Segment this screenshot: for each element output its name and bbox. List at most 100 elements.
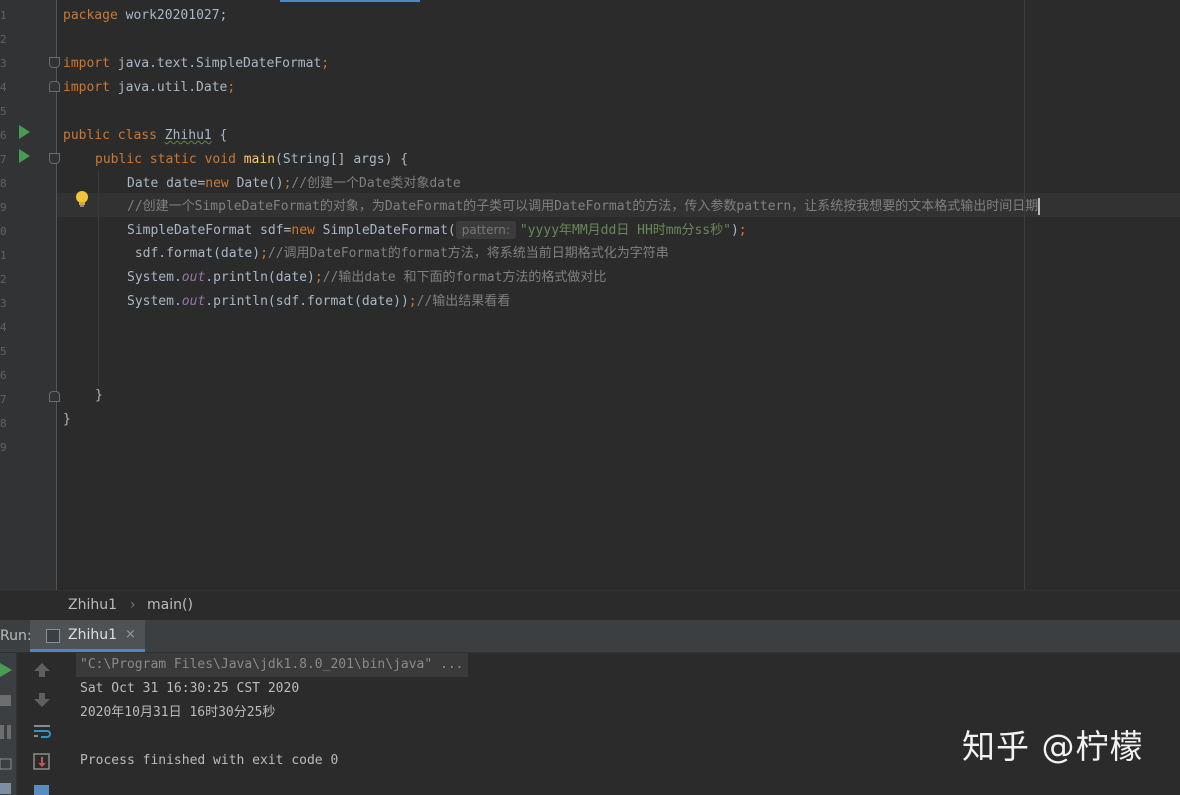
line-number: 7 — [0, 148, 8, 172]
fold-imports-icon[interactable] — [49, 57, 60, 68]
code-line: Date date=new Date();//创建一个Date类对象date — [127, 172, 461, 196]
method-params: (String[] args) { — [275, 152, 408, 167]
comment: //创建一个Date类对象date — [291, 176, 460, 191]
indent-guide — [98, 170, 99, 386]
fold-end-icon[interactable] — [49, 81, 60, 92]
console-output-line: Sat Oct 31 16:30:25 CST 2020 — [80, 677, 299, 701]
comment: //调用DateFormat的format方法，将系统当前日期格式化为字符串 — [268, 246, 669, 261]
line-number: 4 — [0, 76, 8, 100]
close-icon[interactable]: × — [125, 627, 136, 642]
active-tab-indicator — [280, 0, 420, 2]
code-line: } — [95, 384, 103, 408]
keyword: new — [205, 176, 228, 191]
class-name: Zhihu1 — [165, 128, 212, 143]
code-text: Date date= — [127, 176, 205, 191]
keyword: public — [63, 128, 110, 143]
run-class-icon[interactable] — [19, 125, 30, 139]
line-number: 1 — [0, 4, 8, 28]
run-label: Run: — [0, 628, 32, 644]
comment: //创建一个SimpleDateFormat的对象，为DateFormat的子类… — [127, 199, 1038, 214]
code-line: public class Zhihu1 { — [63, 124, 227, 148]
line-number: 5 — [0, 100, 8, 124]
console-exit-line: Process finished with exit code 0 — [80, 749, 338, 773]
keyword: import — [63, 56, 110, 71]
line-number: 4 — [0, 316, 8, 340]
breadcrumb-separator-icon: › — [130, 597, 136, 613]
run-tab-label: Zhihu1 — [68, 627, 117, 643]
console-output-line: 2020年10月31日 16时30分25秒 — [80, 701, 275, 725]
watermark: 知乎 @柠檬 — [962, 720, 1144, 768]
up-arrow-icon[interactable] — [34, 663, 50, 677]
keyword: static — [142, 152, 197, 167]
stop-icon[interactable] — [0, 695, 12, 707]
lightbulb-icon[interactable] — [75, 190, 89, 208]
code-text: sdf.format(date) — [127, 246, 260, 261]
semicolon: ; — [321, 56, 329, 71]
import-path: java.text.SimpleDateFormat — [110, 56, 321, 71]
keyword: class — [110, 128, 157, 143]
parameter-hint: pattern: — [456, 221, 516, 239]
keyword: void — [197, 152, 236, 167]
code-line: import java.text.SimpleDateFormat; — [63, 52, 329, 76]
line-number: 3 — [0, 52, 8, 76]
code-line: package work20201027; — [63, 4, 227, 28]
semicolon: ; — [227, 80, 235, 95]
code-line: //创建一个SimpleDateFormat的对象，为DateFormat的子类… — [127, 195, 1040, 219]
run-tab-zhihu1[interactable]: Zhihu1 × — [30, 620, 145, 652]
line-number: 7 — [0, 388, 8, 412]
console-toolbar — [28, 653, 58, 795]
line-number: 8 — [0, 172, 8, 196]
code-line: sdf.format(date);//调用DateFormat的format方法… — [127, 242, 669, 266]
code-text: .println(date) — [205, 270, 315, 285]
keyword: public — [95, 152, 142, 167]
code-line: import java.util.Date; — [63, 76, 235, 100]
breadcrumb: Zhihu1 › main() — [0, 590, 1180, 621]
rerun-icon[interactable] — [0, 663, 12, 677]
code-line: } — [63, 408, 71, 432]
line-number: 2 — [0, 268, 8, 292]
keyword: import — [63, 80, 110, 95]
space — [157, 128, 165, 143]
breadcrumb-class[interactable]: Zhihu1 — [68, 597, 117, 613]
fold-end-icon[interactable] — [49, 391, 60, 402]
line-number: 3 — [0, 292, 8, 316]
line-number: 9 — [0, 196, 8, 220]
code-editor[interactable]: 1 2 3 4 5 6 7 8 9 0 1 2 3 4 5 6 7 8 9 pa… — [0, 0, 1180, 590]
code-text: ) — [731, 223, 739, 238]
print-icon[interactable] — [33, 783, 51, 795]
code-line: public static void main(String[] args) { — [95, 148, 408, 172]
code-text: .println(sdf.format(date)) — [205, 294, 409, 309]
breadcrumb-method[interactable]: main() — [147, 597, 193, 613]
line-number: 9 — [0, 436, 8, 460]
semicolon: ; — [739, 223, 747, 238]
application-icon — [46, 629, 60, 643]
fold-method-icon[interactable] — [49, 153, 60, 164]
down-arrow-icon[interactable] — [34, 693, 50, 707]
import-path: java.util.Date — [110, 80, 227, 95]
line-number: 0 — [0, 220, 8, 244]
pause-icon[interactable] — [0, 725, 12, 739]
string-literal: "yyyy年MM月dd日 HH时mm分ss秒" — [520, 223, 731, 238]
static-field: out — [182, 270, 205, 285]
right-margin-guide — [1024, 0, 1025, 590]
comment: //输出结果看看 — [417, 294, 511, 309]
method-name: main — [244, 152, 275, 167]
run-toolbar — [0, 653, 17, 795]
code-line: System.out.println(date);//输出date 和下面的fo… — [127, 266, 606, 290]
code-text: System. — [127, 294, 182, 309]
code-text: SimpleDateFormat sdf= — [127, 223, 291, 238]
semicolon: ; — [315, 270, 323, 285]
soft-wrap-icon[interactable] — [33, 723, 51, 739]
restore-layout-icon[interactable] — [0, 757, 12, 771]
run-toolwindow-header: Run: Zhihu1 × — [0, 620, 1180, 653]
static-field: out — [182, 294, 205, 309]
code-line: System.out.println(sdf.format(date));//输… — [127, 290, 510, 314]
code-text: Date() — [229, 176, 284, 191]
run-main-icon[interactable] — [19, 149, 30, 163]
scroll-to-end-icon[interactable] — [33, 753, 51, 771]
console-command-line: "C:\Program Files\Java\jdk1.8.0_201\bin\… — [76, 653, 468, 677]
text-caret — [1038, 198, 1040, 215]
settings-icon[interactable] — [0, 783, 12, 795]
package-name: work20201027; — [118, 8, 228, 23]
keyword: new — [291, 223, 314, 238]
